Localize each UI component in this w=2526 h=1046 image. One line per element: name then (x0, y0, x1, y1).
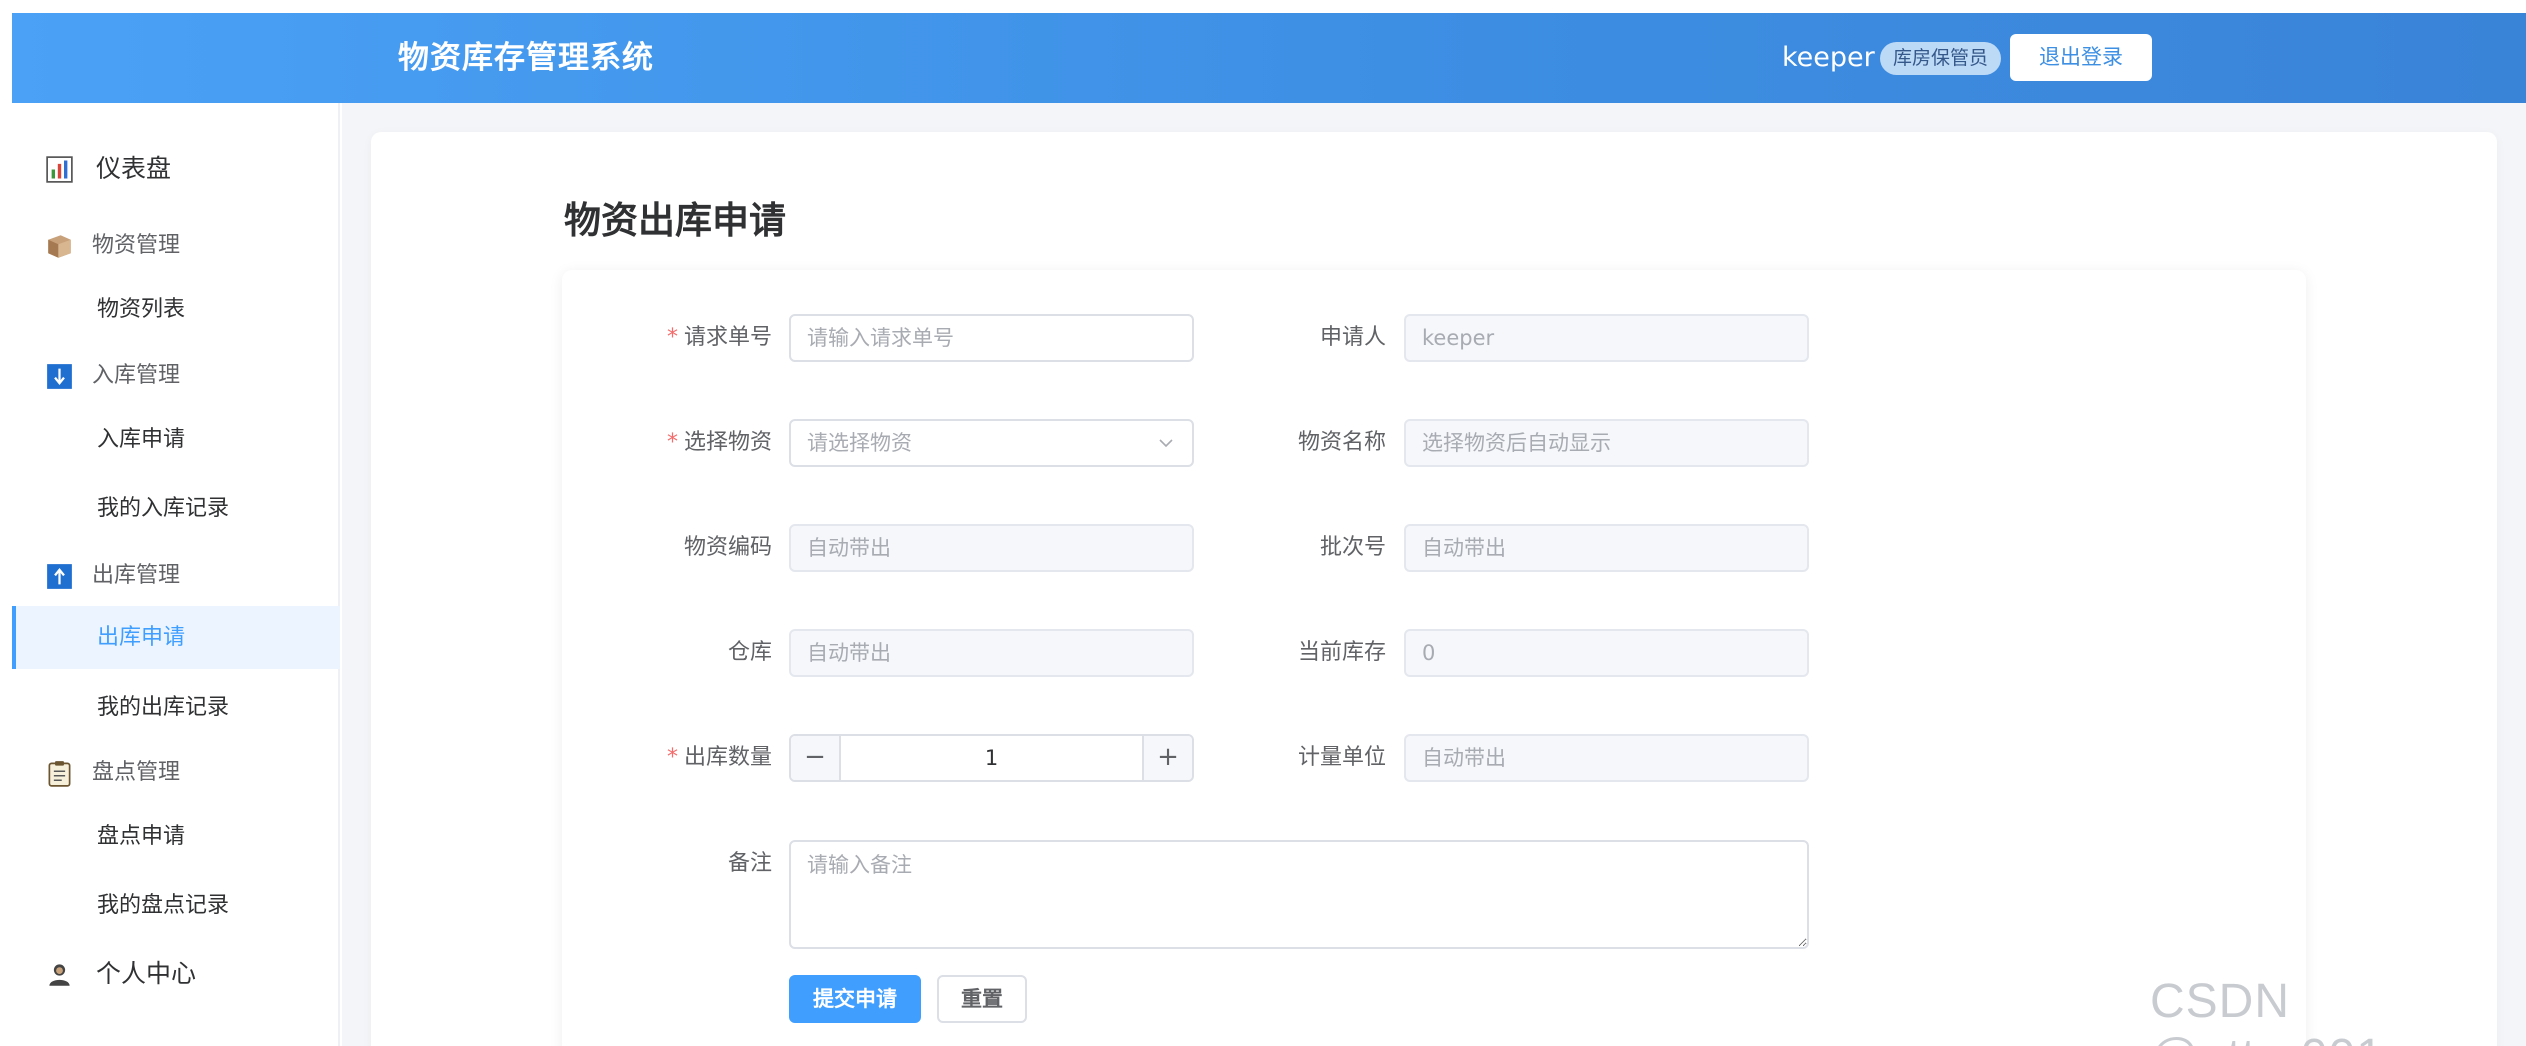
material-code-field: 自动带出 (789, 524, 1194, 572)
sidebar-item-label: 我的入库记录 (97, 496, 230, 521)
sidebar-item-stocktake-request[interactable]: 盘点申请 (12, 807, 340, 867)
sidebar-item-label: 入库申请 (97, 427, 186, 452)
remark-textarea[interactable] (789, 840, 1809, 949)
sidebar-item-profile[interactable]: 个人中心 (12, 944, 340, 1004)
sidebar-item-inbound-request[interactable]: 入库申请 (12, 410, 340, 470)
sidebar-item-label: 出库申请 (97, 625, 186, 650)
sidebar-item-label: 盘点申请 (97, 824, 186, 849)
sidebar-menu: 仪表盘 物资管理 物资列表 入库管理 入库申请 我的入库记录 出库管理 出库申请… (12, 103, 340, 1046)
sidebar-item-my-inbound-records[interactable]: 我的入库记录 (12, 479, 340, 539)
sidebar-group-inbound[interactable]: 入库管理 (12, 346, 340, 406)
request-no-label: * 请求单号 (666, 325, 772, 350)
sidebar-item-label: 我的出库记录 (97, 695, 230, 720)
package-icon (48, 235, 71, 258)
submit-button[interactable]: 提交申请 (789, 975, 921, 1023)
unit-field: 自动带出 (1404, 734, 1809, 782)
sidebar-item-my-outbound-records[interactable]: 我的出库记录 (12, 678, 340, 738)
applicant-field: keeper (1404, 314, 1809, 362)
sidebar-item-outbound-request[interactable]: 出库申请 (12, 606, 340, 669)
top-header: 物资库存管理系统 keeper 库房保管员 退出登录 (12, 13, 2526, 103)
sidebar-item-label: 盘点管理 (92, 760, 181, 785)
applicant-label: 申请人 (1319, 325, 1386, 350)
sidebar-group-outbound[interactable]: 出库管理 (12, 546, 340, 606)
warehouse-label: 仓库 (727, 640, 772, 665)
batch-no-label: 批次号 (1319, 535, 1386, 560)
arrow-up-icon (47, 564, 72, 589)
request-no-input[interactable] (789, 314, 1194, 362)
quantity-label: * 出库数量 (666, 745, 772, 770)
sidebar-item-label: 个人中心 (96, 959, 197, 988)
arrow-down-icon (47, 364, 72, 389)
reset-button[interactable]: 重置 (937, 975, 1027, 1023)
batch-no-field: 自动带出 (1404, 524, 1809, 572)
material-name-field: 选择物资后自动显示 (1404, 419, 1809, 467)
sidebar-item-material-list[interactable]: 物资列表 (12, 280, 340, 340)
clipboard-icon (48, 761, 71, 787)
app-title: 物资库存管理系统 (398, 40, 654, 76)
quantity-decrease-button[interactable]: − (791, 736, 841, 780)
unit-label: 计量单位 (1297, 745, 1386, 770)
sidebar-item-label: 物资列表 (97, 297, 186, 322)
watermark-text: CSDN @attr_001 (2150, 975, 2383, 1046)
bar-chart-icon (46, 156, 73, 183)
page-title: 物资出库申请 (564, 199, 786, 242)
sidebar-group-stocktake[interactable]: 盘点管理 (12, 743, 340, 803)
material-select-label: * 选择物资 (666, 430, 772, 455)
remark-label: 备注 (727, 851, 772, 876)
material-code-label: 物资编码 (683, 535, 772, 560)
sidebar-item-my-stocktake-records[interactable]: 我的盘点记录 (12, 876, 340, 936)
current-user-name: keeper (1782, 42, 1875, 73)
material-select[interactable]: 请选择物资 (789, 419, 1194, 467)
sidebar-item-label: 出库管理 (92, 563, 181, 588)
sidebar-item-dashboard[interactable]: 仪表盘 (12, 139, 340, 199)
warehouse-field: 自动带出 (789, 629, 1194, 677)
current-stock-field: 0 (1404, 629, 1809, 677)
quantity-value[interactable]: 1 (843, 736, 1140, 780)
logout-button[interactable]: 退出登录 (2010, 34, 2152, 81)
material-select-placeholder: 请选择物资 (807, 431, 912, 455)
sidebar-item-label: 仪表盘 (96, 154, 172, 183)
role-badge: 库房保管员 (1880, 42, 2002, 75)
sidebar-item-label: 物资管理 (92, 233, 181, 258)
sidebar-group-materials[interactable]: 物资管理 (12, 216, 340, 276)
app-window: 物资库存管理系统 keeper 库房保管员 退出登录 仪表盘 物资管理 物资列表 (0, 0, 2526, 1046)
user-icon (49, 964, 70, 986)
material-name-label: 物资名称 (1297, 430, 1386, 455)
quantity-stepper[interactable]: − 1 + (789, 734, 1194, 782)
chevron-down-icon (1159, 439, 1173, 448)
quantity-increase-button[interactable]: + (1142, 736, 1192, 780)
current-stock-label: 当前库存 (1297, 640, 1386, 665)
sidebar-item-label: 我的盘点记录 (97, 893, 230, 918)
sidebar-item-label: 入库管理 (92, 363, 181, 388)
